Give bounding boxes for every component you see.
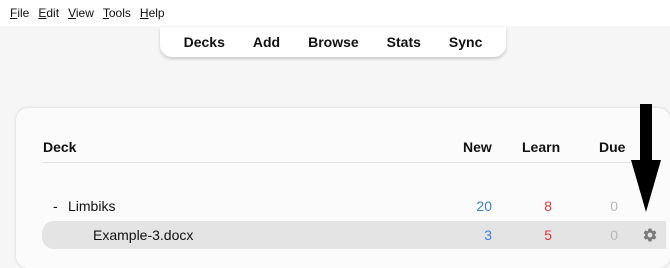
toolbar-browse-button[interactable]: Browse <box>294 27 373 57</box>
menu-tools[interactable]: Tools <box>99 6 134 20</box>
deck-name[interactable]: Example-3.docx <box>93 227 193 243</box>
header-learn: Learn <box>522 139 561 155</box>
header-divider <box>42 162 630 163</box>
due-count: 0 <box>610 198 618 214</box>
deck-row-example[interactable]: Example-3.docx 3 5 0 <box>42 221 666 249</box>
new-count: 20 <box>476 198 492 214</box>
menu-file[interactable]: File <box>6 6 32 20</box>
header-due: Due <box>599 139 626 155</box>
toolbar-stats-button[interactable]: Stats <box>373 27 435 57</box>
toolbar-decks-button[interactable]: Decks <box>170 27 239 57</box>
toolbar-sync-button[interactable]: Sync <box>435 27 496 57</box>
deck-row-limbiks[interactable]: - Limbiks 20 8 0 <box>42 192 666 220</box>
collapse-toggle[interactable]: - <box>53 198 58 214</box>
header-new: New <box>463 139 492 155</box>
new-count: 3 <box>484 227 492 243</box>
deck-name[interactable]: Limbiks <box>68 198 115 214</box>
header-deck: Deck <box>43 139 77 155</box>
menu-view[interactable]: View <box>64 6 97 20</box>
menu-bar: File Edit View Tools Help <box>0 0 670 26</box>
main-toolbar: Decks Add Browse Stats Sync <box>160 27 506 57</box>
down-arrow-icon <box>631 104 661 212</box>
menu-edit[interactable]: Edit <box>34 6 62 20</box>
menu-help[interactable]: Help <box>136 6 168 20</box>
toolbar-add-button[interactable]: Add <box>239 27 294 57</box>
learn-count: 5 <box>544 227 552 243</box>
due-count: 0 <box>610 227 618 243</box>
gear-icon[interactable] <box>642 227 658 243</box>
learn-count: 8 <box>544 198 552 214</box>
